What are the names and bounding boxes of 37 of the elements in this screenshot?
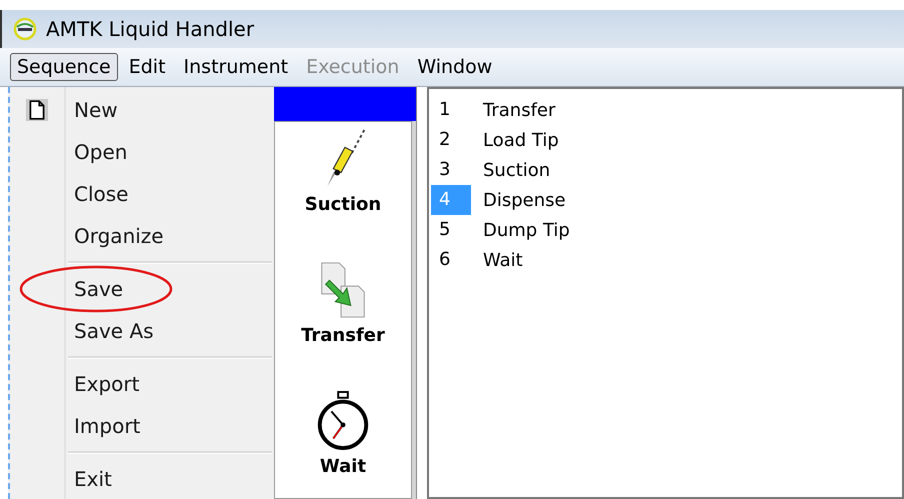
tool-label: Suction (304, 194, 382, 215)
tool-label: Wait (320, 456, 366, 477)
menu-item[interactable]: Save (64, 277, 124, 301)
menu-item[interactable]: New (64, 98, 118, 122)
app-logo-icon (12, 17, 38, 41)
step-name: Dump Tip (482, 220, 570, 240)
menu-item[interactable]: Import (64, 414, 140, 438)
step-number: 5 (438, 218, 452, 242)
step-row[interactable]: 3 Suction (429, 155, 902, 185)
menu-bar-item[interactable]: Edit (122, 53, 173, 81)
menu-bar-item[interactable]: Sequence (10, 53, 118, 81)
menu-item[interactable]: Close (64, 182, 128, 206)
step-number: 6 (438, 248, 452, 272)
menu-item[interactable]: Open (64, 140, 128, 164)
step-row[interactable]: 2 Load Tip (429, 125, 902, 155)
menu-item[interactable]: Organize (64, 224, 164, 248)
step-row[interactable]: 5 Dump Tip (429, 215, 902, 245)
menu-item[interactable]: Save As (64, 319, 154, 343)
step-name: Dispense (482, 190, 566, 210)
tool-label: Transfer (301, 325, 385, 346)
blank-page-icon (26, 99, 48, 121)
step-name: Transfer (482, 100, 556, 120)
step-number: 2 (438, 128, 452, 152)
step-row[interactable]: 4 Dispense (429, 185, 902, 215)
step-name: Load Tip (482, 130, 559, 150)
step-number: 4 (431, 185, 471, 215)
step-row[interactable]: 1 Transfer (429, 95, 902, 125)
step-number: 1 (438, 98, 452, 122)
step-name: Suction (482, 160, 550, 180)
menu-item[interactable]: Export (64, 372, 140, 396)
step-row[interactable]: 6 Wait (429, 245, 902, 275)
step-name: Wait (482, 250, 523, 270)
menu-item[interactable]: Exit (64, 467, 112, 491)
step-number: 3 (438, 158, 452, 182)
menu-bar-item[interactable]: Window (410, 53, 500, 81)
window-title: AMTK Liquid Handler (46, 17, 254, 41)
menu-bar-item[interactable]: Instrument (176, 53, 296, 81)
